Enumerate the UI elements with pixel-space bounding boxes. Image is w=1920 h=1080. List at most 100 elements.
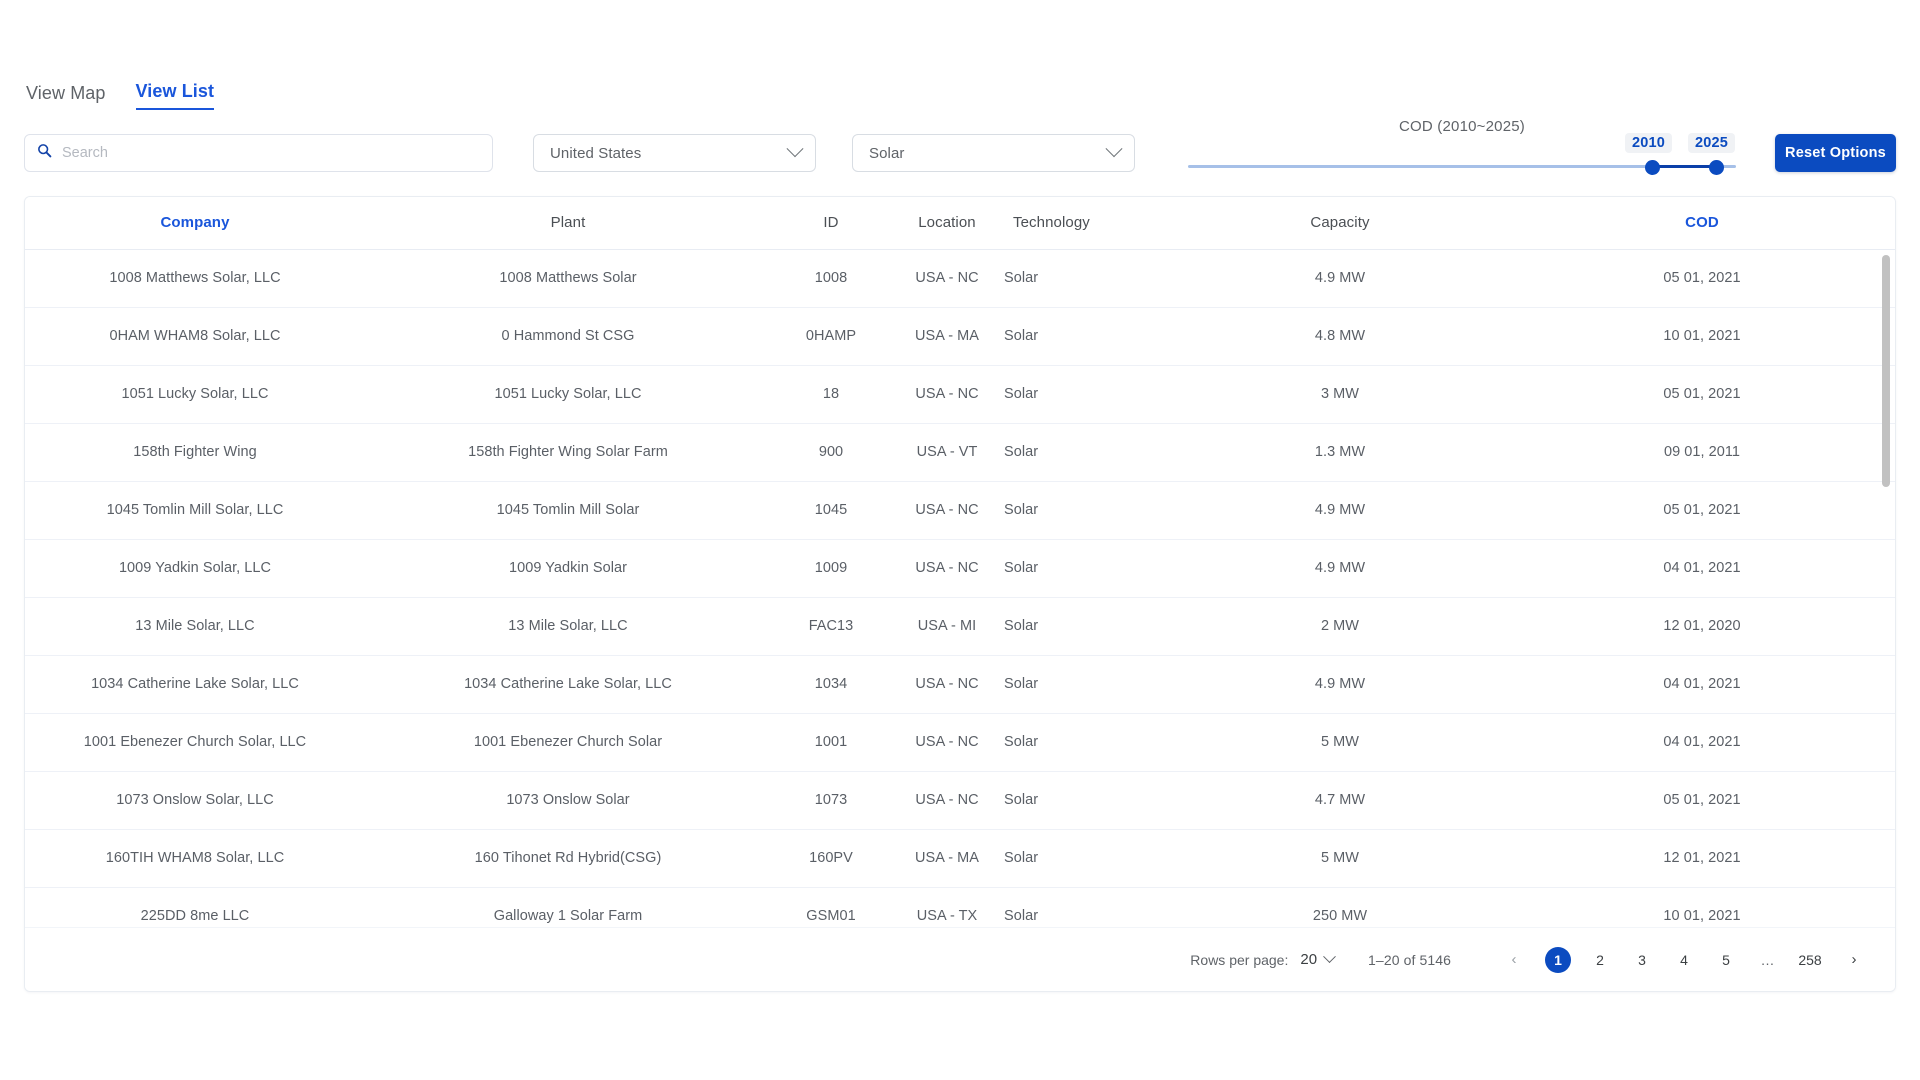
technology-select[interactable]: Solar [852, 134, 1135, 172]
cell-plant: 13 Mile Solar, LLC [365, 597, 771, 656]
chevron-down-icon [1323, 950, 1336, 964]
tab-view-list[interactable]: View List [135, 82, 215, 110]
search-icon [37, 143, 52, 163]
plants-table: Company Plant ID Location Technology Cap… [25, 197, 1895, 946]
cell-company: 0HAM WHAM8 Solar, LLC [25, 307, 365, 366]
cell-cod: 04 01, 2021 [1507, 655, 1895, 714]
table-row[interactable]: 1009 Yadkin Solar, LLC 1009 Yadkin Solar 1… [25, 539, 1895, 598]
table-row[interactable]: 1008 Matthews Solar, LLC 1008 Matthews So… [25, 249, 1895, 308]
cell-plant: 1001 Ebenezer Church Solar [365, 713, 771, 772]
page-button-3[interactable]: 3 [1629, 947, 1655, 973]
cell-capacity: 4.8 MW [1173, 307, 1507, 366]
cell-technology: Solar [1003, 771, 1173, 830]
cell-technology: Solar [1003, 655, 1173, 714]
pagination-bar: Rows per page: 20 1–20 of 5146 ‹ 1 2 3 4 5 … 2… [25, 927, 1895, 991]
cell-plant: 1073 Onslow Solar [365, 771, 771, 830]
column-header-cod[interactable]: COD [1507, 197, 1895, 250]
column-header-capacity[interactable]: Capacity [1173, 197, 1507, 250]
cell-technology: Solar [1003, 713, 1173, 772]
table-row[interactable]: 1073 Onslow Solar, LLC 1073 Onslow Solar 1… [25, 771, 1895, 830]
cell-technology: Solar [1003, 829, 1173, 888]
cell-cod: 05 01, 2021 [1507, 365, 1895, 424]
cell-id: 0HAMP [771, 307, 891, 366]
page-button-1[interactable]: 1 [1545, 946, 1571, 973]
table-row[interactable]: 1045 Tomlin Mill Solar, LLC 1045 Tomlin M… [25, 481, 1895, 540]
country-select-value: United States [550, 144, 642, 162]
slider-thumb-max[interactable] [1709, 159, 1724, 175]
table-row[interactable]: 158th Fighter Wing 158th Fighter Wing Sol… [25, 423, 1895, 482]
next-page-button[interactable]: › [1841, 947, 1867, 973]
cell-plant: 158th Fighter Wing Solar Farm [365, 423, 771, 482]
cell-location: USA - VT [891, 423, 1003, 482]
rows-per-page-value: 20 [1300, 951, 1318, 968]
table-scrollbar-thumb[interactable] [1882, 255, 1890, 487]
cod-range-slider[interactable]: COD (2010~2025) 2010 2025 [1188, 118, 1736, 184]
cell-capacity: 5 MW [1173, 713, 1507, 772]
cell-plant: 0 Hammond St CSG [365, 307, 771, 366]
page-button-2[interactable]: 2 [1587, 947, 1613, 973]
technology-select-value: Solar [869, 144, 905, 162]
page-number-list: ‹ 1 2 3 4 5 … 258 › [1491, 946, 1877, 973]
cell-technology: Solar [1003, 423, 1173, 482]
cell-capacity: 4.9 MW [1173, 249, 1507, 308]
cell-company: 1073 Onslow Solar, LLC [25, 771, 365, 830]
plants-list-page: View Map View List United States Solar C… [0, 0, 1920, 1080]
cell-capacity: 2 MW [1173, 597, 1507, 656]
cell-company: 1009 Yadkin Solar, LLC [25, 539, 365, 598]
cell-plant: 160 Tihonet Rd Hybrid(CSG) [365, 829, 771, 888]
tab-view-map[interactable]: View Map [26, 84, 106, 110]
slider-min-value: 2010 [1625, 133, 1673, 153]
cell-cod: 10 01, 2021 [1507, 307, 1895, 366]
cell-technology: Solar [1003, 249, 1173, 308]
table-row[interactable]: 1034 Catherine Lake Solar, LLC 1034 Cathe… [25, 655, 1895, 714]
slider-thumb-min[interactable] [1645, 159, 1660, 175]
cell-technology: Solar [1003, 481, 1173, 540]
cell-plant: 1009 Yadkin Solar [365, 539, 771, 598]
cell-id: 1034 [771, 655, 891, 714]
table-row[interactable]: 13 Mile Solar, LLC 13 Mile Solar, LLC FAC1… [25, 597, 1895, 656]
slider-max-value: 2025 [1688, 133, 1736, 153]
table-body: 1008 Matthews Solar, LLC 1008 Matthews So… [25, 249, 1895, 946]
cell-technology: Solar [1003, 539, 1173, 598]
cell-capacity: 4.9 MW [1173, 655, 1507, 714]
cell-location: USA - NC [891, 713, 1003, 772]
pagination-range-text: 1–20 of 5146 [1368, 951, 1451, 968]
column-header-id[interactable]: ID [771, 197, 891, 250]
page-button-258[interactable]: 258 [1797, 947, 1823, 973]
chevron-down-icon [1105, 140, 1123, 158]
chevron-down-icon [786, 140, 804, 158]
page-button-4[interactable]: 4 [1671, 947, 1697, 973]
cell-technology: Solar [1003, 597, 1173, 656]
cell-company: 160TIH WHAM8 Solar, LLC [25, 829, 365, 888]
table-row[interactable]: 1051 Lucky Solar, LLC 1051 Lucky Solar, L… [25, 365, 1895, 424]
country-select[interactable]: United States [533, 134, 816, 172]
cell-company: 1001 Ebenezer Church Solar, LLC [25, 713, 365, 772]
cell-location: USA - NC [891, 771, 1003, 830]
rows-per-page-select[interactable]: 20 [1300, 950, 1336, 968]
table-row[interactable]: 160TIH WHAM8 Solar, LLC 160 Tihonet Rd Hy… [25, 829, 1895, 888]
column-header-company[interactable]: Company [25, 197, 365, 250]
slider-selected-range [1652, 165, 1716, 168]
column-header-technology[interactable]: Technology [1003, 197, 1173, 250]
page-button-5[interactable]: 5 [1713, 947, 1739, 973]
table-row[interactable]: 1001 Ebenezer Church Solar, LLC 1001 Eben… [25, 713, 1895, 772]
column-header-location[interactable]: Location [891, 197, 1003, 250]
table-row[interactable]: 0HAM WHAM8 Solar, LLC 0 Hammond St CSG 0HA… [25, 307, 1895, 366]
cell-plant: 1034 Catherine Lake Solar, LLC [365, 655, 771, 714]
cell-cod: 05 01, 2021 [1507, 771, 1895, 830]
page-ellipsis: … [1760, 951, 1776, 968]
cell-id: 1045 [771, 481, 891, 540]
search-box[interactable] [24, 134, 493, 172]
cell-plant: 1051 Lucky Solar, LLC [365, 365, 771, 424]
prev-page-button[interactable]: ‹ [1501, 947, 1527, 973]
cell-location: USA - NC [891, 539, 1003, 598]
cell-id: 1008 [771, 249, 891, 308]
table-header: Company Plant ID Location Technology Cap… [25, 197, 1895, 250]
reset-options-button[interactable]: Reset Options [1775, 134, 1896, 172]
search-input[interactable] [60, 144, 480, 162]
column-header-plant[interactable]: Plant [365, 197, 771, 250]
cell-cod: 09 01, 2011 [1507, 423, 1895, 482]
cell-location: USA - NC [891, 365, 1003, 424]
cell-cod: 05 01, 2021 [1507, 481, 1895, 540]
cell-location: USA - MI [891, 597, 1003, 656]
